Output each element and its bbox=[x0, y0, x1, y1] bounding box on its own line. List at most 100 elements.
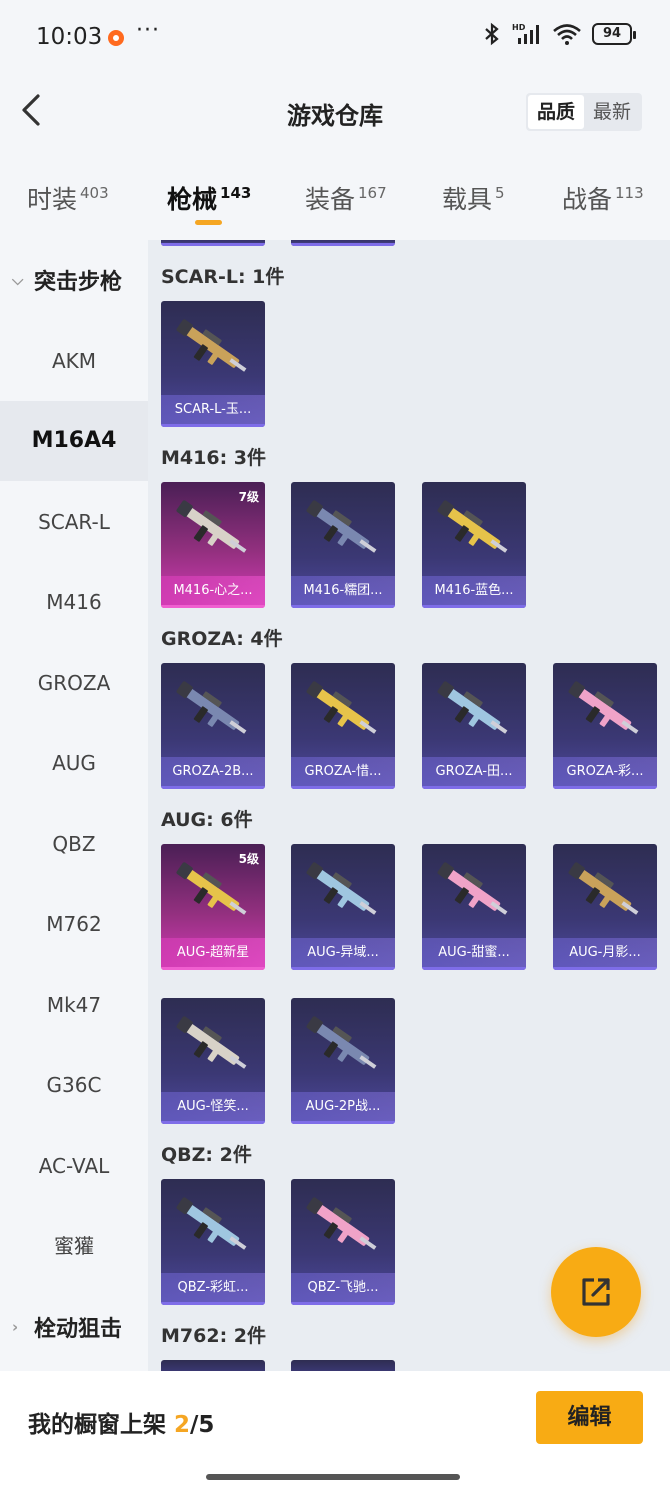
card-rarity-strip bbox=[161, 424, 265, 427]
item-name: GROZA-彩... bbox=[553, 757, 657, 786]
item-card[interactable]: GROZA-惜... bbox=[291, 663, 395, 789]
signal-icon: HD bbox=[512, 23, 539, 44]
tab-count: 403 bbox=[80, 184, 109, 202]
active-tab-indicator bbox=[195, 220, 222, 225]
item-card-partial[interactable] bbox=[161, 1360, 265, 1371]
sidebar-item-m416[interactable]: M416 bbox=[0, 562, 148, 642]
card-rarity-strip bbox=[161, 786, 265, 789]
weapon-skin-icon bbox=[176, 1016, 247, 1069]
item-card[interactable]: AUG-2P战... bbox=[291, 998, 395, 1124]
item-card[interactable]: M416-糯团... bbox=[291, 482, 395, 608]
edit-button[interactable]: 编辑 bbox=[536, 1391, 643, 1444]
sidebar-item-groza[interactable]: GROZA bbox=[0, 643, 148, 723]
tab-label: 装备 bbox=[305, 185, 356, 214]
item-card[interactable]: 5级 AUG-超新星 bbox=[161, 844, 265, 970]
sidebar-item-ac-val[interactable]: AC-VAL bbox=[0, 1126, 148, 1206]
item-card[interactable]: AUG-月影... bbox=[553, 844, 657, 970]
weapon-skin-icon bbox=[306, 500, 377, 553]
item-card[interactable]: GROZA-彩... bbox=[553, 663, 657, 789]
sidebar-item-honey-badger[interactable]: 蜜獾 bbox=[0, 1206, 148, 1286]
item-name: AUG-甜蜜... bbox=[422, 938, 526, 967]
item-card-partial[interactable] bbox=[161, 240, 265, 246]
tab-vehicles[interactable]: 载具 5 bbox=[442, 180, 505, 216]
card-rarity-strip bbox=[291, 786, 395, 789]
sidebar-item-m762[interactable]: M762 bbox=[0, 884, 148, 964]
item-name: AUG-异域... bbox=[291, 938, 395, 967]
item-name: GROZA-2B... bbox=[161, 757, 265, 786]
section-title-groza: GROZA: 4件 bbox=[161, 628, 283, 650]
sidebar-group-label: 栓动狙击 bbox=[34, 1317, 123, 1342]
sort-toggle: 品质 最新 bbox=[525, 93, 642, 131]
sidebar: ⌵ 突击步枪 AKM M16A4 SCAR-L M416 GROZA AUG QB… bbox=[0, 240, 148, 1371]
item-card[interactable]: 7级 M416-心之... bbox=[161, 482, 265, 608]
sidebar-group-assault-rifles[interactable]: ⌵ 突击步枪 bbox=[0, 240, 148, 320]
card-rarity-strip bbox=[291, 243, 395, 246]
sidebar-item-g36c[interactable]: G36C bbox=[0, 1045, 148, 1125]
item-card[interactable]: QBZ-彩虹... bbox=[161, 1179, 265, 1305]
item-card-partial[interactable] bbox=[291, 240, 395, 246]
sidebar-item-m16a4[interactable]: M16A4 bbox=[0, 401, 148, 481]
bottom-bar: 我的橱窗上架 2/5 编辑 bbox=[0, 1371, 670, 1491]
card-rarity-strip bbox=[161, 967, 265, 970]
tab-count: 113 bbox=[615, 184, 644, 202]
sidebar-item-qbz[interactable]: QBZ bbox=[0, 804, 148, 884]
section-title-m762: M762: 2件 bbox=[161, 1325, 267, 1347]
share-button[interactable] bbox=[551, 1247, 641, 1337]
tab-count: 143 bbox=[220, 184, 252, 202]
weapon-skin-icon bbox=[176, 319, 247, 372]
item-card[interactable]: GROZA-2B... bbox=[161, 663, 265, 789]
chevron-right-icon: › bbox=[12, 1318, 19, 1336]
weapon-skin-icon bbox=[176, 862, 247, 915]
item-card[interactable]: AUG-怪笑... bbox=[161, 998, 265, 1124]
item-name: QBZ-彩虹... bbox=[161, 1273, 265, 1302]
section-title-m416: M416: 3件 bbox=[161, 447, 267, 469]
bluetooth-icon bbox=[485, 22, 499, 46]
showcase-status: 我的橱窗上架 2/5 bbox=[28, 1405, 214, 1439]
tab-equipment[interactable]: 装备 167 bbox=[305, 180, 387, 216]
item-card[interactable]: GROZA-田... bbox=[422, 663, 526, 789]
item-card[interactable]: AUG-异域... bbox=[291, 844, 395, 970]
item-card-partial[interactable] bbox=[291, 1360, 395, 1371]
item-card[interactable]: SCAR-L-玉... bbox=[161, 301, 265, 427]
item-card[interactable]: AUG-甜蜜... bbox=[422, 844, 526, 970]
status-more-icon: ··· bbox=[136, 18, 160, 43]
item-name: GROZA-田... bbox=[422, 757, 526, 786]
sidebar-item-akm[interactable]: AKM bbox=[0, 321, 148, 401]
sidebar-item-aug[interactable]: AUG bbox=[0, 723, 148, 803]
share-icon bbox=[582, 1278, 610, 1306]
item-name: QBZ-飞驰... bbox=[291, 1273, 395, 1302]
weapon-skin-icon bbox=[306, 1016, 377, 1069]
item-name: AUG-月影... bbox=[553, 938, 657, 967]
tab-supplies[interactable]: 战备 113 bbox=[562, 180, 644, 216]
card-rarity-strip bbox=[291, 1121, 395, 1124]
item-card[interactable]: QBZ-飞驰... bbox=[291, 1179, 395, 1305]
sort-quality-button[interactable]: 品质 bbox=[527, 95, 584, 129]
showcase-total-count: /5 bbox=[190, 1412, 215, 1438]
item-name: GROZA-惜... bbox=[291, 757, 395, 786]
svg-text:HD: HD bbox=[512, 23, 526, 32]
sidebar-group-bolt-action[interactable]: › 栓动狙击 bbox=[0, 1287, 148, 1367]
card-rarity-strip bbox=[553, 967, 657, 970]
item-name: AUG-超新星 bbox=[161, 938, 265, 967]
tab-fashion[interactable]: 时装 403 bbox=[27, 180, 109, 216]
tab-count: 5 bbox=[495, 184, 505, 202]
item-level-badge: 7级 bbox=[238, 490, 259, 504]
weapon-skin-icon bbox=[437, 681, 508, 734]
home-indicator[interactable] bbox=[206, 1474, 460, 1480]
tab-label: 载具 bbox=[442, 185, 493, 214]
card-rarity-strip bbox=[161, 243, 265, 246]
tab-label: 枪械 bbox=[167, 185, 218, 214]
showcase-label: 我的橱窗上架 bbox=[28, 1412, 166, 1438]
sort-newest-button[interactable]: 最新 bbox=[584, 95, 640, 129]
section-title-qbz: QBZ: 2件 bbox=[161, 1144, 252, 1166]
item-card[interactable]: M416-蓝色... bbox=[422, 482, 526, 608]
weapon-skin-icon bbox=[306, 862, 377, 915]
status-icons: HD 94 bbox=[482, 22, 636, 46]
sidebar-item-scar-l[interactable]: SCAR-L bbox=[0, 482, 148, 562]
item-name: M416-蓝色... bbox=[422, 576, 526, 605]
tab-guns[interactable]: 枪械 143 bbox=[167, 180, 251, 216]
section-title-scar-l: SCAR-L: 1件 bbox=[161, 266, 285, 288]
sidebar-group-label: 突击步枪 bbox=[34, 270, 123, 295]
item-name: AUG-怪笑... bbox=[161, 1092, 265, 1121]
sidebar-item-mk47[interactable]: Mk47 bbox=[0, 965, 148, 1045]
